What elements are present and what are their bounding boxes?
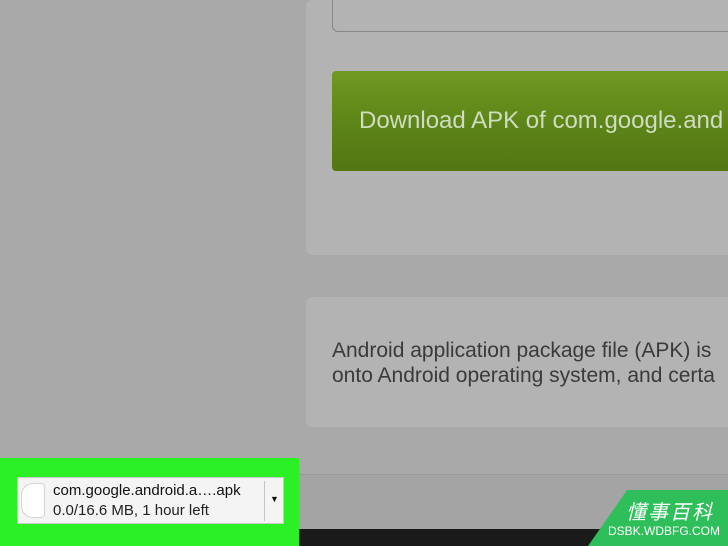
- download-status: 0.0/16.6 MB, 1 hour left: [53, 502, 209, 519]
- watermark-title: 懂事百科: [626, 502, 714, 524]
- url-input-field[interactable]: [332, 0, 728, 32]
- chevron-down-icon[interactable]: ▼: [270, 494, 279, 504]
- info-line-2: onto Android operating system, and certa: [332, 364, 715, 387]
- info-line-1: Android application package file (APK) i…: [332, 339, 712, 362]
- download-apk-button-label: Download APK of com.google.and: [359, 107, 724, 134]
- file-icon: [21, 483, 45, 518]
- info-paragraph: Android application package file (APK) i…: [332, 338, 728, 388]
- watermark-site: DSBK.WDBFG.COM: [607, 524, 720, 538]
- download-item[interactable]: com.google.android.a….apk 0.0/16.6 MB, 1…: [17, 477, 284, 524]
- info-card: Android application package file (APK) i…: [306, 297, 728, 427]
- download-item-divider: [264, 481, 265, 521]
- download-file-name: com.google.android.a….apk: [53, 482, 241, 499]
- download-apk-button[interactable]: Download APK of com.google.and: [332, 71, 728, 171]
